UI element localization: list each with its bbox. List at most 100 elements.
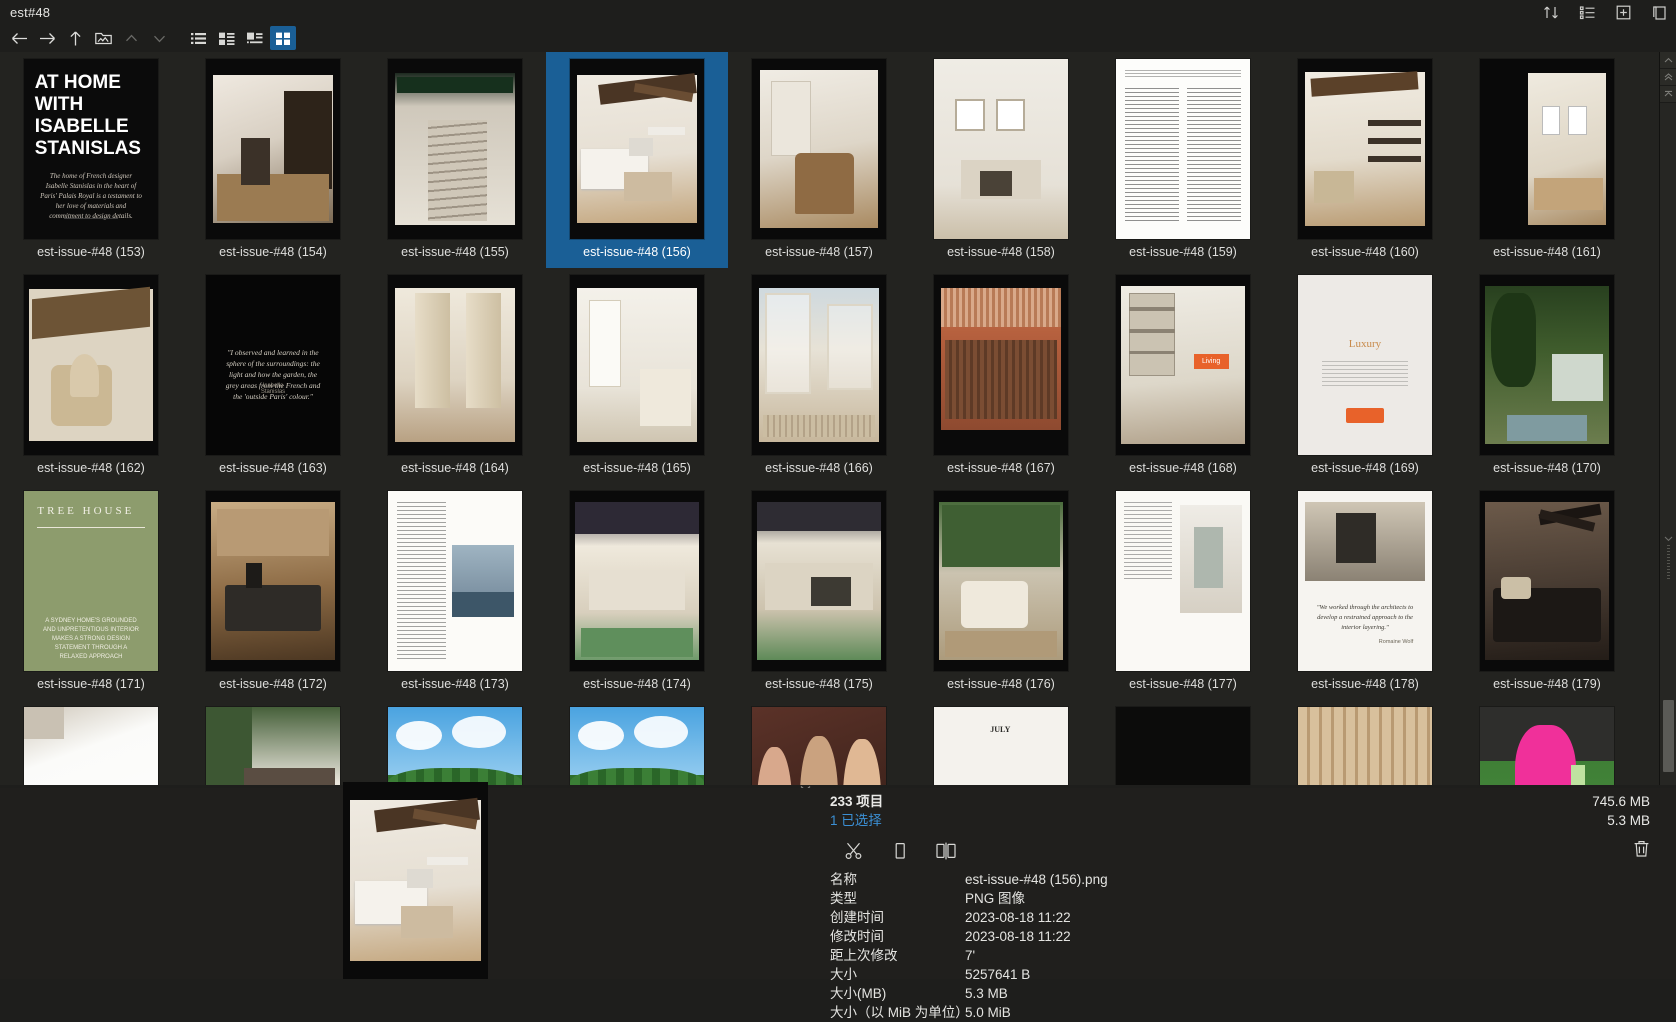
thumbnail-image[interactable]: Living	[1095, 274, 1271, 456]
cut-button[interactable]	[842, 840, 866, 862]
thumbnail-item[interactable]: "I observed and learned in the sphere of…	[182, 268, 364, 484]
thumbnail-item[interactable]: est-issue-#48 (164)	[364, 268, 546, 484]
thumbnail-image[interactable]	[185, 490, 361, 672]
thumbnail-image[interactable]: Luxury	[1277, 274, 1453, 456]
thumbnail-image[interactable]: JULY All aboard—we're en route to the	[913, 706, 1089, 785]
thumbnail-image[interactable]	[913, 274, 1089, 456]
thumbnail-item[interactable]: est-issue-#48 (175)	[728, 484, 910, 700]
view-details-button[interactable]	[214, 26, 240, 50]
thumbnail-image[interactable]	[913, 58, 1089, 240]
thumbnail-image[interactable]: TREE HOUSE A SYDNEY HOME'S GROUNDED AND …	[3, 490, 179, 672]
thumbnail-image[interactable]	[367, 490, 543, 672]
scroll-top-icon[interactable]	[1660, 86, 1676, 103]
thumbnail-grid-area[interactable]: AT HOMEWITHISABELLESTANISLAS The home of…	[0, 52, 1676, 785]
thumbnail-item[interactable]: est-issue-#48 (177)	[1092, 484, 1274, 700]
thumbnail-item[interactable]: est-issue-#48 (161)	[1456, 52, 1638, 268]
view-list-button[interactable]	[186, 26, 212, 50]
thumbnail-item[interactable]: est-issue-#48 (172)	[182, 484, 364, 700]
prev-item-button[interactable]	[118, 26, 144, 50]
thumbnail-image[interactable]	[1095, 490, 1271, 672]
thumbnail-image[interactable]	[1459, 58, 1635, 240]
thumbnail-item[interactable]: est-issue-#48 (176)	[910, 484, 1092, 700]
thumbnail-item[interactable]: AT HOMEWITHISABELLESTANISLAS The home of…	[0, 52, 182, 268]
thumbnail-image[interactable]	[1459, 490, 1635, 672]
thumbnail-item[interactable]: TREE HOUSE A SYDNEY HOME'S GROUNDED AND …	[0, 484, 182, 700]
thumbnail-image[interactable]	[367, 58, 543, 240]
vertical-scrollbar[interactable]	[1659, 52, 1676, 785]
thumbnail-item[interactable]	[1092, 700, 1274, 785]
thumbnail-image[interactable]	[549, 706, 725, 785]
thumbnail-image[interactable]	[3, 706, 179, 785]
back-button[interactable]	[6, 26, 32, 50]
thumbnail-image[interactable]	[3, 274, 179, 456]
thumbnail-image[interactable]	[1095, 58, 1271, 240]
thumbnail-item[interactable]	[1456, 700, 1638, 785]
compare-button[interactable]	[934, 840, 958, 862]
scroll-page-up-icon[interactable]	[1660, 69, 1676, 86]
thumbnail-image[interactable]	[731, 706, 907, 785]
thumbnail-item[interactable]: est-issue-#48 (160)	[1274, 52, 1456, 268]
thumbnail-item[interactable]: est-issue-#48 (165)	[546, 268, 728, 484]
up-button[interactable]	[62, 26, 88, 50]
thumbnail-item[interactable]	[728, 700, 910, 785]
folder-icon[interactable]	[90, 26, 116, 50]
scrollbar-grip[interactable]	[1660, 522, 1676, 592]
view-compact-button[interactable]	[242, 26, 268, 50]
thumbnail-item[interactable]: est-issue-#48 (173)	[364, 484, 546, 700]
thumbnail-image[interactable]	[549, 58, 725, 240]
copy-button[interactable]	[888, 840, 912, 862]
add-pane-icon[interactable]	[1612, 1, 1634, 23]
thumbnail-image[interactable]	[1277, 706, 1453, 785]
thumbnail-row: JULY All aboard—we're en route to the	[0, 700, 1645, 785]
thumbnail-image[interactable]	[549, 490, 725, 672]
scroll-up-icon[interactable]	[1660, 52, 1676, 69]
thumbnail-image[interactable]	[731, 274, 907, 456]
thumbnail-image[interactable]: "We worked through the architects to dev…	[1277, 490, 1453, 672]
thumbnail-image[interactable]	[185, 706, 361, 785]
list-details-icon[interactable]	[1576, 1, 1598, 23]
thumbnail-image[interactable]	[1277, 58, 1453, 240]
thumbnail-image[interactable]	[1459, 706, 1635, 785]
selected-count[interactable]: 1 已选择	[830, 811, 1470, 830]
trash-icon[interactable]	[1628, 836, 1654, 862]
thumbnail-item[interactable]: est-issue-#48 (159)	[1092, 52, 1274, 268]
thumbnail-image[interactable]	[185, 58, 361, 240]
thumbnail-image[interactable]	[731, 490, 907, 672]
thumbnail-item[interactable]: est-issue-#48 (155)	[364, 52, 546, 268]
thumbnail-item[interactable]: est-issue-#48 (154)	[182, 52, 364, 268]
thumbnail-item[interactable]	[546, 700, 728, 785]
thumbnail-item[interactable]: est-issue-#48 (170)	[1456, 268, 1638, 484]
thumbnail-image[interactable]	[731, 58, 907, 240]
thumbnail-image[interactable]	[1095, 706, 1271, 785]
next-item-button[interactable]	[146, 26, 172, 50]
thumbnail-item[interactable]: est-issue-#48 (167)	[910, 268, 1092, 484]
thumbnail-item[interactable]	[182, 700, 364, 785]
view-thumbnails-button[interactable]	[270, 26, 296, 50]
scrollbar-thumb[interactable]	[1663, 700, 1674, 772]
thumbnail-item[interactable]: est-issue-#48 (166)	[728, 268, 910, 484]
preview-thumbnail[interactable]	[343, 782, 488, 979]
thumbnail-item[interactable]: JULY All aboard—we're en route to the	[910, 700, 1092, 785]
thumbnail-item[interactable]	[364, 700, 546, 785]
thumbnail-item[interactable]: est-issue-#48 (157)	[728, 52, 910, 268]
thumbnail-item[interactable]: est-issue-#48 (158)	[910, 52, 1092, 268]
thumbnail-item[interactable]: "We worked through the architects to dev…	[1274, 484, 1456, 700]
thumbnail-image[interactable]	[913, 490, 1089, 672]
sort-icon[interactable]	[1540, 1, 1562, 23]
thumbnail-item[interactable]: est-issue-#48 (162)	[0, 268, 182, 484]
thumbnail-item[interactable]	[1274, 700, 1456, 785]
thumbnail-image[interactable]: AT HOMEWITHISABELLESTANISLAS The home of…	[3, 58, 179, 240]
thumbnail-image[interactable]	[1459, 274, 1635, 456]
thumbnail-item[interactable]: est-issue-#48 (179)	[1456, 484, 1638, 700]
thumbnail-image[interactable]	[367, 706, 543, 785]
thumbnail-item-selected[interactable]: est-issue-#48 (156)	[546, 52, 728, 268]
thumbnail-image[interactable]: "I observed and learned in the sphere of…	[185, 274, 361, 456]
forward-button[interactable]	[34, 26, 60, 50]
thumbnail-item[interactable]: Livingest-issue-#48 (168)	[1092, 268, 1274, 484]
thumbnail-image[interactable]	[367, 274, 543, 456]
thumbnail-image[interactable]	[549, 274, 725, 456]
thumbnail-item[interactable]	[0, 700, 182, 785]
thumbnail-item[interactable]: est-issue-#48 (174)	[546, 484, 728, 700]
thumbnail-item[interactable]: Luxury est-issue-#48 (169)	[1274, 268, 1456, 484]
clipboard-icon[interactable]	[1648, 1, 1670, 23]
